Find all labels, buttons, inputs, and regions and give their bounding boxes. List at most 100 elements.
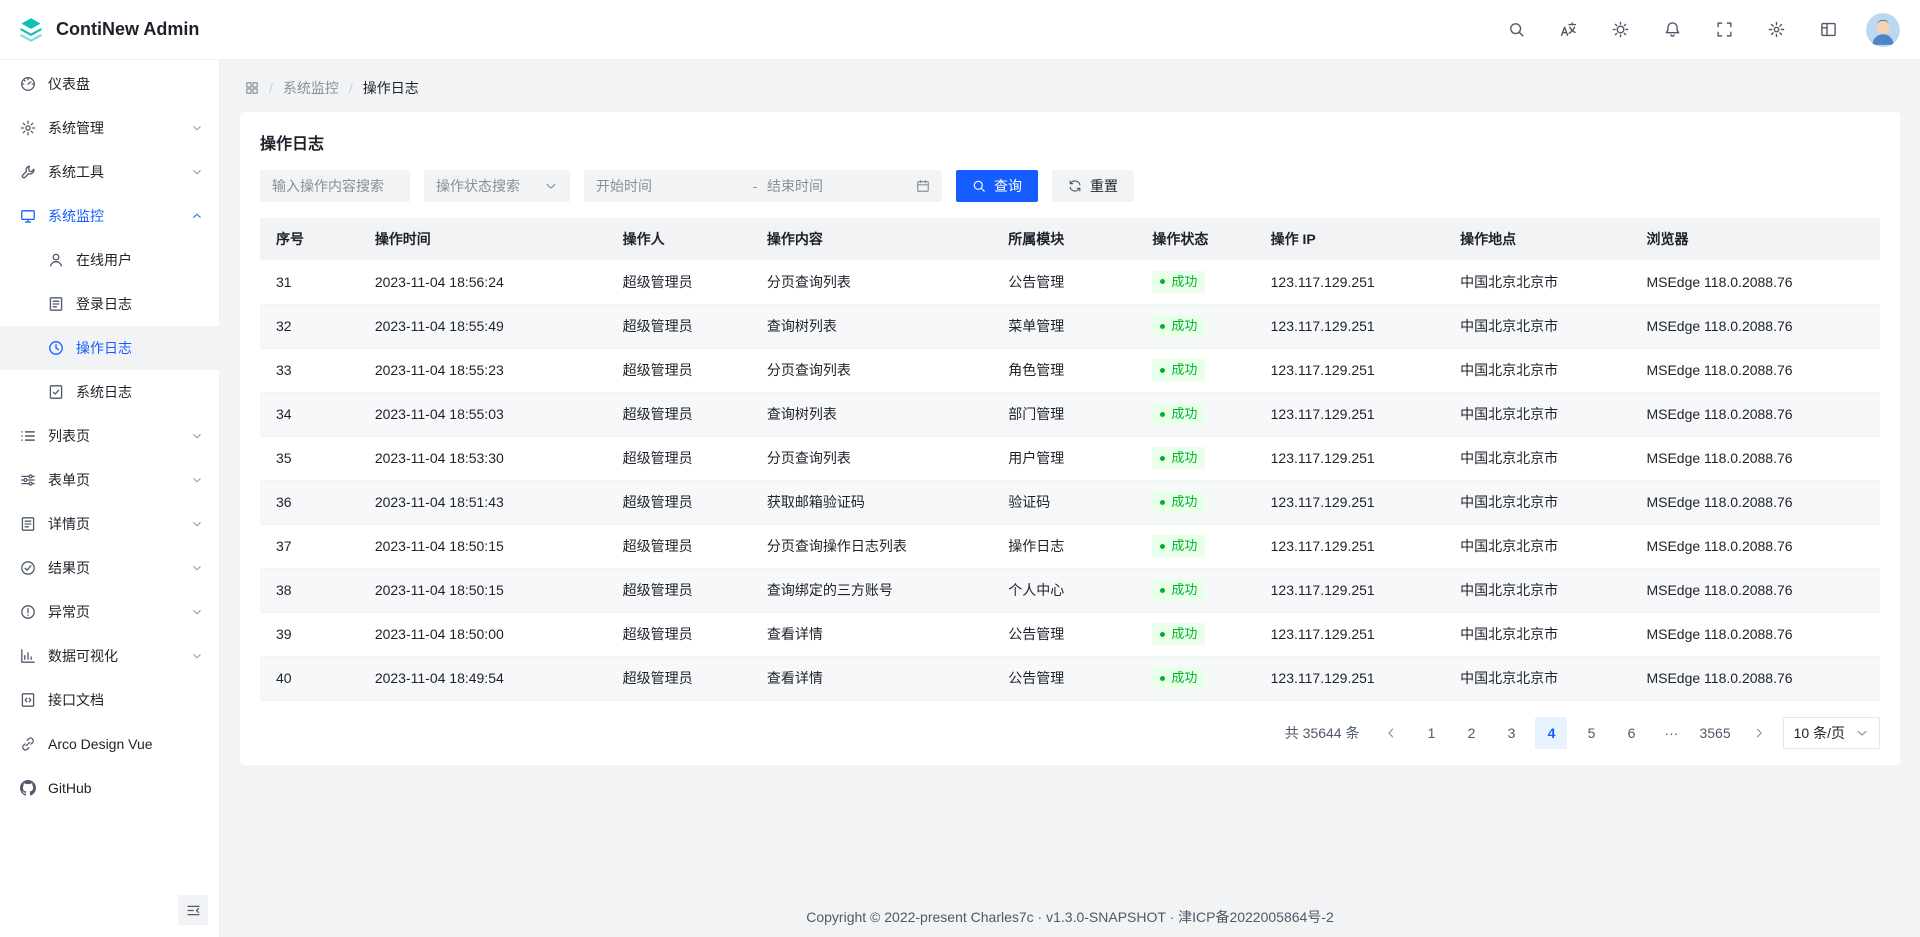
sidebar-item-operation-log[interactable]: 操作日志 — [0, 326, 219, 370]
sidebar-item-online-users[interactable]: 在线用户 — [0, 238, 219, 282]
cell: 39 — [260, 612, 359, 656]
tool-icon — [20, 164, 36, 180]
status-filter-placeholder: 操作状态搜索 — [436, 176, 520, 196]
pagination-page-6[interactable]: 6 — [1615, 717, 1647, 749]
history-icon — [48, 340, 64, 356]
pagination-page-5[interactable]: 5 — [1575, 717, 1607, 749]
cell-status: 成功 — [1136, 436, 1254, 480]
app-logo-icon[interactable] — [16, 15, 46, 45]
pagination-page-4[interactable]: 4 — [1535, 717, 1567, 749]
cell: 查询树列表 — [751, 392, 992, 436]
breadcrumb-item-system-monitor[interactable]: 系统监控 — [283, 78, 339, 98]
translate-icon — [1560, 21, 1577, 38]
cell: 超级管理员 — [607, 392, 751, 436]
breadcrumb: / 系统监控 / 操作日志 — [220, 60, 1920, 112]
header-search-button[interactable] — [1498, 12, 1534, 48]
sidebar-item-system-tools[interactable]: 系统工具 — [0, 150, 219, 194]
header-translate-button[interactable] — [1550, 12, 1586, 48]
pagination: 共 35644 条 123456···3565 10 条/页 — [260, 717, 1880, 749]
sidebar-item-label: 在线用户 — [76, 250, 203, 270]
cell: MSEdge 118.0.2088.76 — [1630, 568, 1880, 612]
cell: 个人中心 — [992, 568, 1136, 612]
cell: MSEdge 118.0.2088.76 — [1630, 304, 1880, 348]
pagination-page-1[interactable]: 1 — [1415, 717, 1447, 749]
gear-icon — [20, 120, 36, 136]
pagination-pages: 123456···3565 — [1415, 717, 1734, 749]
sidebar-item-system-log[interactable]: 系统日志 — [0, 370, 219, 414]
status-badge: 成功 — [1152, 359, 1205, 381]
pagination-ellipsis[interactable]: ··· — [1655, 717, 1687, 749]
sidebar-item-label: Arco Design Vue — [48, 736, 203, 752]
header-theme-button[interactable] — [1602, 12, 1638, 48]
sidebar-item-list-page[interactable]: 列表页 — [0, 414, 219, 458]
column-header: 操作内容 — [751, 218, 992, 260]
header-right — [1498, 12, 1900, 48]
calendar-icon — [916, 179, 930, 193]
sidebar-item-data-visualization[interactable]: 数据可视化 — [0, 634, 219, 678]
pagination-next-button[interactable] — [1743, 717, 1775, 749]
column-header: 操作地点 — [1444, 218, 1630, 260]
cell: 查询树列表 — [751, 304, 992, 348]
apps-grid-icon[interactable] — [245, 81, 259, 95]
column-header: 操作时间 — [359, 218, 607, 260]
search-button[interactable]: 查询 — [956, 170, 1038, 202]
sidebar-item-github[interactable]: GitHub — [0, 766, 219, 810]
cell: 123.117.129.251 — [1255, 612, 1445, 656]
cell: 2023-11-04 18:49:54 — [359, 656, 607, 700]
status-dot — [1160, 632, 1165, 637]
chevron-down-icon — [1855, 726, 1869, 740]
form-icon — [20, 472, 36, 488]
date-range-picker[interactable]: 开始时间 - 结束时间 — [584, 170, 942, 202]
cell: 123.117.129.251 — [1255, 524, 1445, 568]
sidebar-item-login-log[interactable]: 登录日志 — [0, 282, 219, 326]
table-row: 352023-11-04 18:53:30超级管理员分页查询列表用户管理成功12… — [260, 436, 1880, 480]
sidebar-item-exception-page[interactable]: 异常页 — [0, 590, 219, 634]
breadcrumb-separator: / — [269, 80, 273, 96]
collapse-sidebar-button[interactable] — [178, 895, 208, 925]
cell: 123.117.129.251 — [1255, 348, 1445, 392]
sidebar-item-label: 详情页 — [48, 514, 179, 534]
cell: 2023-11-04 18:55:03 — [359, 392, 607, 436]
pagination-page-2[interactable]: 2 — [1455, 717, 1487, 749]
chevron-down-icon — [191, 650, 203, 662]
header-layout-button[interactable] — [1810, 12, 1846, 48]
cell: MSEdge 118.0.2088.76 — [1630, 436, 1880, 480]
status-filter-select[interactable]: 操作状态搜索 — [424, 170, 570, 202]
user-icon — [48, 252, 64, 268]
pagination-page-3565[interactable]: 3565 — [1695, 717, 1734, 749]
cell: 验证码 — [992, 480, 1136, 524]
cell-status: 成功 — [1136, 480, 1254, 524]
sidebar-item-system-monitor[interactable]: 系统监控 — [0, 194, 219, 238]
layout-icon — [1820, 21, 1837, 38]
header-fullscreen-button[interactable] — [1706, 12, 1742, 48]
table-row: 362023-11-04 18:51:43超级管理员获取邮箱验证码验证码成功12… — [260, 480, 1880, 524]
chevron-right-icon — [1752, 726, 1766, 740]
cell: 123.117.129.251 — [1255, 260, 1445, 304]
content-search-input[interactable]: 输入操作内容搜索 — [260, 170, 410, 202]
sidebar-item-label: 结果页 — [48, 558, 179, 578]
sidebar-item-detail-page[interactable]: 详情页 — [0, 502, 219, 546]
sidebar-item-result-page[interactable]: 结果页 — [0, 546, 219, 590]
pagination-prev-button[interactable] — [1375, 717, 1407, 749]
status-text: 成功 — [1171, 360, 1197, 380]
sidebar-item-api-docs[interactable]: 接口文档 — [0, 678, 219, 722]
cell: 32 — [260, 304, 359, 348]
column-header: 操作状态 — [1136, 218, 1254, 260]
page-size-select[interactable]: 10 条/页 — [1783, 717, 1880, 749]
sidebar-item-label: 仪表盘 — [48, 74, 203, 94]
status-text: 成功 — [1171, 316, 1197, 336]
header-notifications-button[interactable] — [1654, 12, 1690, 48]
user-avatar[interactable] — [1866, 13, 1900, 47]
reset-button[interactable]: 重置 — [1052, 170, 1134, 202]
sidebar-item-form-page[interactable]: 表单页 — [0, 458, 219, 502]
sidebar-item-system-management[interactable]: 系统管理 — [0, 106, 219, 150]
header-settings-button[interactable] — [1758, 12, 1794, 48]
cell: 查看详情 — [751, 656, 992, 700]
sidebar-item-dashboard[interactable]: 仪表盘 — [0, 62, 219, 106]
cell: 中国北京北京市 — [1444, 612, 1630, 656]
cell: 123.117.129.251 — [1255, 656, 1445, 700]
cell-status: 成功 — [1136, 304, 1254, 348]
pagination-page-3[interactable]: 3 — [1495, 717, 1527, 749]
cell: 123.117.129.251 — [1255, 480, 1445, 524]
sidebar-item-arco-design-vue[interactable]: Arco Design Vue — [0, 722, 219, 766]
